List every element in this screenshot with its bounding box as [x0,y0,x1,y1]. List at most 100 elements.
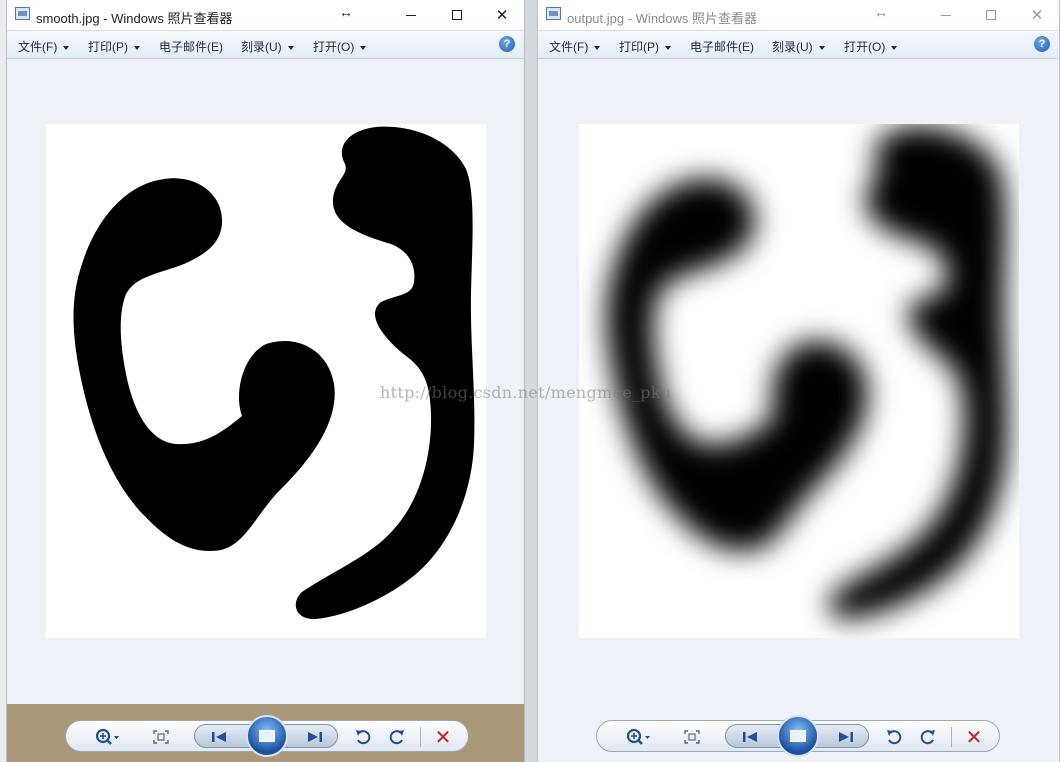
resize-cursor-icon: ↔ [874,4,888,20]
rotate-counterclockwise-icon [887,730,902,745]
delete-button[interactable]: ✕ [961,726,987,749]
binary-glyph-image [73,126,475,620]
chevron-down-icon [63,45,70,50]
rotate-counterclockwise-button[interactable] [883,727,905,747]
slideshow-button[interactable] [777,715,819,757]
minimize-button[interactable] [923,0,969,30]
menu-bar: 文件(F) 打印(P) 电子邮件(E) 刻录(U) 打开(O) ? [538,30,1059,59]
rotate-clockwise-button[interactable] [917,727,939,747]
rotate-clockwise-button[interactable] [386,727,408,747]
rotate-clockwise-icon [920,730,935,745]
window-title: output.jpg - Windows 照片查看器 [567,11,758,26]
actual-size-button[interactable] [681,727,703,747]
actual-size-icon [684,730,700,744]
displayed-photo [46,124,486,638]
minimize-icon [941,14,951,16]
maximize-icon [986,10,996,20]
window-title: smooth.jpg - Windows 照片查看器 [36,11,233,26]
menu-email[interactable]: 电子邮件(E) [159,38,223,55]
menu-file[interactable]: 文件(F) [18,38,70,55]
chevron-down-icon [891,45,898,50]
chevron-down-icon [818,45,825,50]
chevron-down-icon [360,45,367,50]
menu-file-label: 文件(F) [18,40,58,54]
zoom-icon [95,728,119,745]
chevron-down-icon [287,45,294,50]
previous-button[interactable] [737,727,763,747]
zoom-icon [626,728,650,745]
actual-size-icon [153,730,169,744]
chevron-down-icon [594,45,601,50]
menu-file[interactable]: 文件(F) [549,38,601,55]
menu-email-label: 电子邮件(E) [159,40,223,54]
next-icon [839,732,853,742]
menu-burn[interactable]: 刻录(U) [772,38,825,55]
resize-cursor-icon: ↔ [339,4,353,20]
photo-viewer-app-icon [546,7,561,20]
previous-button[interactable] [206,727,232,747]
title-bar[interactable]: smooth.jpg - Windows 照片查看器 ↔ ✕ [7,0,524,30]
close-button[interactable]: ✕ [479,0,524,30]
rotate-counterclockwise-button[interactable] [352,727,374,747]
delete-icon: ✕ [965,726,983,749]
actual-size-button[interactable] [150,727,172,747]
maximize-icon [452,10,462,20]
menu-burn-label: 刻录(U) [241,40,282,54]
rotate-counterclockwise-icon [356,730,371,745]
viewer-toolbar: ✕ [596,715,1000,757]
help-icon[interactable]: ? [1034,36,1050,52]
chevron-down-icon [665,45,671,50]
bottom-toolbar-area: ✕ [7,704,524,762]
menu-print-label: 打印(P) [88,40,128,54]
menu-email-label: 电子邮件(E) [690,40,754,54]
menu-open-label: 打开(O) [313,40,355,54]
slideshow-icon [259,730,275,742]
menu-print[interactable]: 打印(P) [619,38,671,55]
toolbar-separator [420,727,421,747]
help-icon[interactable]: ? [499,36,515,52]
previous-icon [212,732,226,742]
slideshow-icon [790,730,806,742]
maximize-button[interactable] [434,0,480,30]
delete-button[interactable]: ✕ [430,726,456,749]
menu-open-label: 打开(O) [844,40,886,54]
next-button[interactable] [302,727,328,747]
rotate-clockwise-icon [389,730,404,745]
minimize-button[interactable] [388,0,434,30]
image-workspace [7,59,524,704]
desktop-gap [525,0,537,762]
maximize-button[interactable] [968,0,1014,30]
menu-open[interactable]: 打开(O) [844,38,898,55]
photo-viewer-window-smooth[interactable]: smooth.jpg - Windows 照片查看器 ↔ ✕ 文件(F) 打印(… [6,0,525,762]
menu-bar: 文件(F) 打印(P) 电子邮件(E) 刻录(U) 打开(O) ? [7,30,524,59]
slideshow-button[interactable] [246,715,288,757]
minimize-icon [406,14,416,16]
close-icon: ✕ [1030,7,1044,24]
photo-viewer-window-output[interactable]: output.jpg - Windows 照片查看器 ↔ ✕ 文件(F) 打印(… [537,0,1060,762]
zoom-button[interactable] [621,727,655,747]
chevron-down-icon [134,45,140,50]
blurred-glyph-image [606,126,1008,620]
menu-burn-label: 刻录(U) [772,40,813,54]
previous-icon [743,732,757,742]
menu-print[interactable]: 打印(P) [88,38,140,55]
toolbar-separator [951,727,952,747]
menu-open[interactable]: 打开(O) [313,38,367,55]
next-icon [308,732,322,742]
photo-viewer-app-icon [15,7,30,20]
menu-print-label: 打印(P) [619,40,659,54]
close-icon: ✕ [495,7,509,24]
blog-watermark: http://blog.csdn.net/mengmee_pku [380,383,672,402]
menu-email[interactable]: 电子邮件(E) [690,38,754,55]
image-workspace [538,59,1059,704]
zoom-button[interactable] [90,727,124,747]
bottom-toolbar-area: ✕ [538,704,1059,762]
next-button[interactable] [833,727,859,747]
delete-icon: ✕ [434,726,452,749]
menu-file-label: 文件(F) [549,40,589,54]
close-button[interactable]: ✕ [1014,0,1059,30]
menu-burn[interactable]: 刻录(U) [241,38,294,55]
viewer-toolbar: ✕ [65,715,469,757]
title-bar[interactable]: output.jpg - Windows 照片查看器 ↔ ✕ [538,0,1059,30]
displayed-photo [579,124,1019,638]
